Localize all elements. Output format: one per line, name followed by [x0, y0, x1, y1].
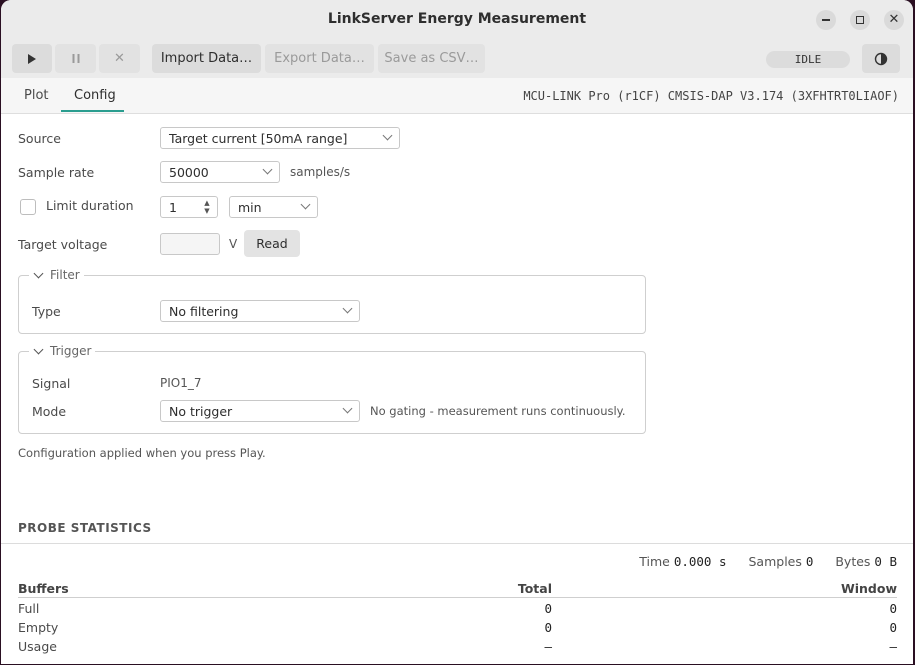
- chevron-down-icon: [33, 344, 44, 355]
- title-bar: LinkServer Energy Measurement ✕: [1, 0, 913, 39]
- buffers-header: Buffers: [18, 581, 69, 596]
- chevron-down-icon: [262, 164, 273, 175]
- samples-label: Samples: [748, 554, 802, 569]
- read-voltage-button[interactable]: Read: [244, 230, 300, 257]
- time-label: Time: [639, 554, 670, 569]
- minimize-icon: [822, 19, 830, 21]
- source-label: Source: [18, 131, 61, 146]
- spin-down-icon[interactable]: ▼: [201, 207, 213, 215]
- tab-bar: Plot Config MCU-LINK Pro (r1CF) CMSIS-DA…: [1, 78, 913, 114]
- trigger-mode-value: No trigger: [169, 404, 233, 419]
- trigger-mode-label: Mode: [32, 404, 67, 419]
- config-footer-note: Configuration applied when you press Pla…: [18, 446, 266, 460]
- import-data-button[interactable]: Import Data…: [152, 44, 261, 73]
- stop-icon: ✕: [114, 51, 125, 66]
- row-total: 0: [544, 601, 552, 616]
- target-voltage-label: Target voltage: [18, 237, 108, 252]
- source-select-value: Target current [50mA range]: [169, 131, 348, 146]
- toolbar: ✕ Import Data… Export Data… Save as CSV……: [1, 39, 913, 79]
- filter-type-value: No filtering: [169, 304, 239, 319]
- limit-duration-label: Limit duration: [46, 198, 134, 213]
- duration-spinbox[interactable]: 1 ▲ ▼: [160, 196, 218, 218]
- theme-toggle-button[interactable]: [862, 44, 900, 73]
- chevron-down-icon: [342, 303, 353, 314]
- window-header: Window: [840, 581, 897, 596]
- trigger-group-header[interactable]: Trigger: [29, 344, 96, 358]
- active-tab-indicator: [61, 110, 124, 112]
- minimize-button[interactable]: [816, 10, 836, 30]
- play-icon: [28, 53, 36, 64]
- spin-arrows[interactable]: ▲ ▼: [201, 199, 213, 215]
- row-total: –: [544, 639, 552, 654]
- filter-group: Filter Type No filtering: [18, 268, 646, 334]
- trigger-mode-select[interactable]: No trigger: [160, 400, 360, 422]
- chevron-down-icon: [300, 199, 311, 210]
- probe-statistics-title: PROBE STATISTICS: [18, 521, 152, 535]
- divider: [1, 543, 913, 544]
- trigger-title: Trigger: [50, 344, 92, 358]
- row-name: Usage: [18, 639, 57, 654]
- pause-icon: [72, 54, 79, 63]
- filter-group-header[interactable]: Filter: [29, 268, 84, 282]
- filter-type-label: Type: [32, 304, 61, 319]
- voltage-unit: V: [229, 237, 238, 251]
- row-window: 0: [889, 620, 897, 635]
- maximize-icon: [856, 16, 864, 24]
- chevron-down-icon: [33, 268, 44, 279]
- close-window-button[interactable]: ✕: [884, 10, 904, 30]
- bytes-value: 0 B: [874, 554, 897, 569]
- trigger-group: Trigger Signal PIO1_7 Mode No trigger No…: [18, 344, 646, 434]
- sample-rate-label: Sample rate: [18, 165, 95, 180]
- trigger-mode-note: No gating - measurement runs continuousl…: [370, 404, 626, 418]
- row-window: –: [889, 639, 897, 654]
- row-name: Empty: [18, 620, 59, 635]
- bytes-label: Bytes: [835, 554, 871, 569]
- close-icon: ✕: [888, 12, 900, 27]
- tab-plot[interactable]: Plot: [24, 88, 49, 103]
- time-value: 0.000 s: [673, 554, 727, 569]
- samples-value: 0: [805, 554, 814, 569]
- chevron-down-icon: [342, 403, 353, 414]
- sample-rate-select[interactable]: 50000: [160, 161, 280, 183]
- play-button[interactable]: [12, 44, 52, 73]
- total-header: Total: [517, 581, 552, 596]
- pause-button[interactable]: [55, 44, 96, 73]
- trigger-signal-label: Signal: [32, 376, 71, 391]
- duration-value: 1: [169, 200, 177, 215]
- target-voltage-field[interactable]: [160, 233, 220, 255]
- maximize-button[interactable]: [850, 10, 870, 30]
- source-select[interactable]: Target current [50mA range]: [160, 127, 400, 149]
- trigger-signal-value: PIO1_7: [160, 376, 202, 390]
- sample-rate-unit: samples/s: [290, 165, 351, 179]
- stop-button[interactable]: ✕: [99, 44, 140, 73]
- row-window: 0: [889, 601, 897, 616]
- duration-unit-select[interactable]: min: [229, 196, 318, 218]
- row-total: 0: [544, 620, 552, 635]
- probe-info: MCU-LINK Pro (r1CF) CMSIS-DAP V3.174 (3X…: [523, 89, 899, 103]
- limit-duration-checkbox[interactable]: [20, 199, 36, 215]
- sample-rate-value: 50000: [169, 165, 209, 180]
- app-window: LinkServer Energy Measurement ✕ ✕ Import…: [1, 0, 913, 664]
- contrast-icon: [874, 52, 888, 65]
- row-name: Full: [18, 601, 40, 616]
- save-csv-button[interactable]: Save as CSV…: [378, 44, 485, 73]
- status-badge: IDLE: [766, 51, 850, 68]
- table-header-divider: [18, 597, 897, 598]
- duration-unit-value: min: [238, 200, 262, 215]
- export-data-button[interactable]: Export Data…: [265, 44, 374, 73]
- spin-up-icon[interactable]: ▲: [201, 199, 213, 207]
- filter-type-select[interactable]: No filtering: [160, 300, 360, 322]
- filter-title: Filter: [50, 268, 80, 282]
- tab-config[interactable]: Config: [74, 88, 116, 103]
- stats-summary: Time 0.000 s Samples 0 Bytes 0 B: [639, 554, 897, 569]
- window-title: LinkServer Energy Measurement: [327, 11, 587, 27]
- chevron-down-icon: [382, 130, 393, 141]
